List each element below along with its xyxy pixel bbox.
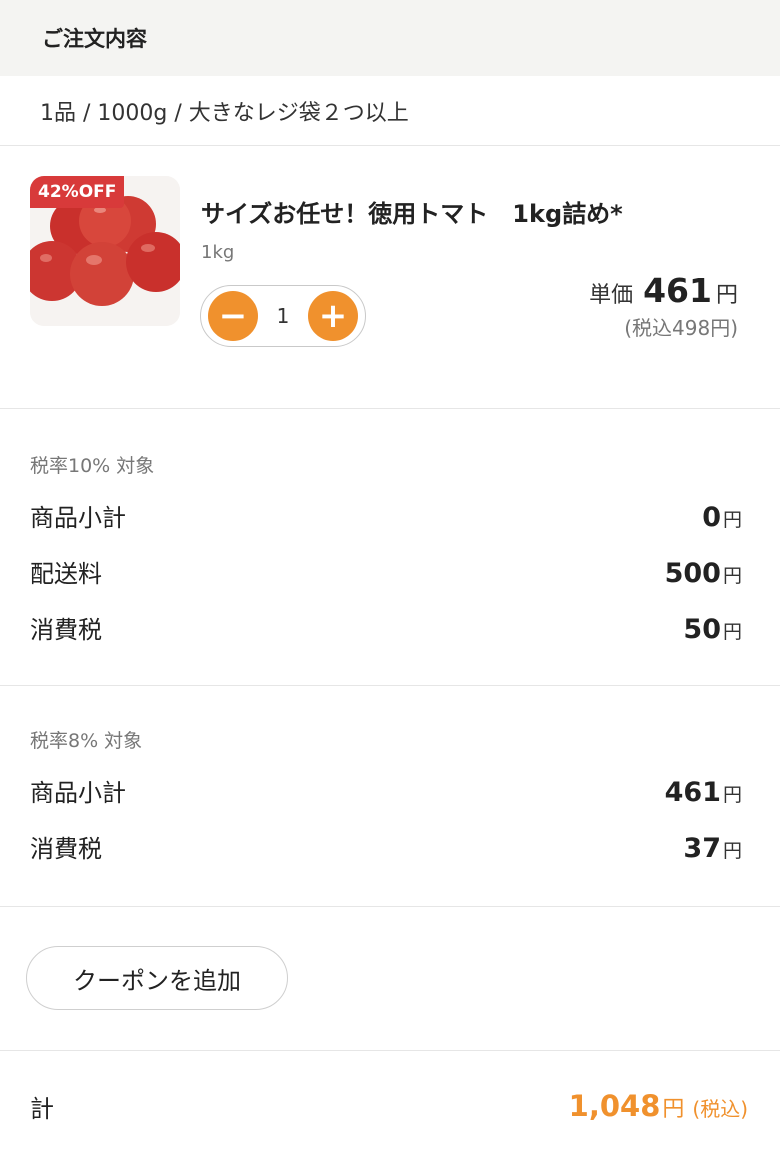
tax-included-price: (税込498円) (624, 316, 738, 340)
tax8-subtotal-label: 商品小計 (30, 779, 126, 807)
tax10-tax-unit: 円 (722, 621, 742, 643)
tax8-title: 税率8% 対象 (30, 730, 143, 752)
increase-quantity-button[interactable]: + (307, 291, 358, 341)
product-item: 42%OFF サイズお任せ！徳用トマト 1kg詰め* 1kg − 1 + 単価 … (0, 146, 780, 409)
tax10-row-subtotal: 商品小計 0円 (30, 498, 742, 554)
total-tax-note: (税込) (692, 1097, 748, 1121)
tax10-subtotal-unit: 円 (722, 509, 742, 531)
quantity-stepper: − 1 + (200, 285, 366, 347)
product-weight: 1kg (201, 242, 235, 263)
tax10-tax-label: 消費税 (30, 616, 102, 644)
discount-badge: 42%OFF (30, 176, 125, 208)
order-summary: 1品 / 1000g / 大きなレジ袋２つ以上 (0, 76, 780, 146)
unit-price-label: 単価 (589, 283, 634, 308)
total-amount: 1,048 円 (税込) (569, 1089, 748, 1123)
total-currency: 円 (662, 1097, 685, 1122)
page-title: ご注文内容 (42, 27, 147, 51)
total-section: 計 1,048 円 (税込) (0, 1051, 780, 1154)
tax10-section: 税率10% 対象 商品小計 0円 配送料 500 円 消費税 50 円 (0, 409, 780, 686)
tax10-shipping-label: 配送料 (30, 560, 102, 588)
tax10-title: 税率10% 対象 (30, 455, 155, 477)
price-block: 単価 461 円 (税込498円) (589, 271, 738, 341)
decrease-quantity-button[interactable]: − (208, 291, 258, 341)
tax8-tax-unit: 円 (722, 840, 742, 862)
tax8-section: 税率8% 対象 商品小計 461 円 消費税 37 円 (0, 686, 780, 907)
tax10-shipping-value: 500 (664, 558, 721, 589)
coupon-section: クーポンを追加 (0, 907, 780, 1051)
minus-icon: − (218, 296, 248, 336)
product-image[interactable]: 42%OFF (30, 176, 180, 326)
tax8-row-subtotal: 商品小計 461 円 (30, 773, 742, 829)
tax10-shipping-unit: 円 (722, 565, 742, 587)
tax8-row-tax: 消費税 37 円 (30, 829, 742, 885)
total-value: 1,048 (568, 1089, 661, 1123)
tax8-tax-label: 消費税 (30, 835, 102, 863)
unit-price-currency: 円 (715, 283, 738, 308)
tax10-subtotal-value: 0 (702, 502, 721, 533)
unit-price-value: 461 (643, 271, 712, 310)
add-coupon-button[interactable]: クーポンを追加 (26, 946, 288, 1010)
tax8-subtotal-value: 461 (664, 777, 721, 808)
product-name[interactable]: サイズお任せ！徳用トマト 1kg詰め* (201, 194, 623, 229)
total-label: 計 (30, 1094, 54, 1123)
tax8-tax-value: 37 (683, 833, 721, 864)
plus-icon: + (318, 296, 348, 336)
order-summary-text: 1品 / 1000g / 大きなレジ袋２つ以上 (40, 100, 409, 126)
tax10-tax-value: 50 (683, 614, 721, 645)
tax10-row-tax: 消費税 50 円 (30, 610, 742, 666)
tax8-subtotal-unit: 円 (722, 784, 742, 806)
page-header: ご注文内容 (0, 0, 780, 76)
tax10-subtotal-label: 商品小計 (30, 504, 126, 532)
tax10-row-shipping: 配送料 500 円 (30, 554, 742, 610)
quantity-value: 1 (276, 304, 290, 328)
